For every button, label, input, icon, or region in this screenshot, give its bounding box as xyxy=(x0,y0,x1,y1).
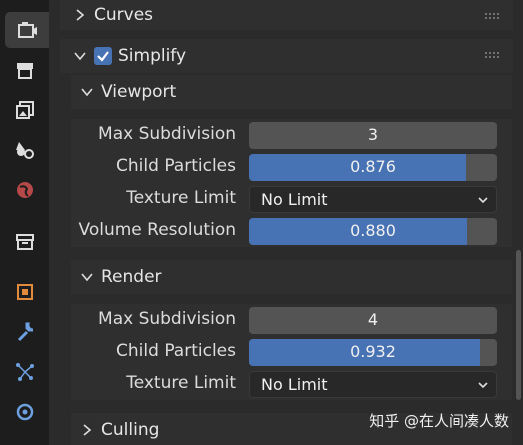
dropdown-value: No Limit xyxy=(261,375,328,394)
viewport-subpanel-title: Viewport xyxy=(101,82,177,102)
viewport-child-particles-row: Child Particles 0.876 xyxy=(71,151,512,183)
dropdown-value: No Limit xyxy=(261,190,328,209)
particles-nodes-icon xyxy=(16,363,34,381)
collection-box-icon xyxy=(16,234,34,250)
viewport-subpanel-header[interactable]: Viewport xyxy=(71,75,512,109)
max-subdivision-label: Max Subdivision xyxy=(98,124,236,144)
render-child-particles-row: Child Particles 0.932 xyxy=(71,336,512,368)
curves-panel-header[interactable]: Curves xyxy=(60,0,513,30)
wrench-icon xyxy=(17,322,34,342)
slider-value: 0.932 xyxy=(350,342,396,361)
render-max-subdivision-row: Max Subdivision 4 xyxy=(71,304,512,336)
physics-orbit-icon xyxy=(16,403,34,421)
watermark: 知乎 @在人间凑人数 xyxy=(369,412,509,430)
object-tab[interactable] xyxy=(5,274,45,310)
viewport-max-subdivision-field[interactable]: 3 xyxy=(249,122,497,149)
render-subpanel-title: Render xyxy=(101,267,162,287)
viewport-texture-limit-row: Texture Limit No Limit xyxy=(71,183,512,215)
collection-tab[interactable] xyxy=(5,224,45,260)
viewport-volume-resolution-row: Volume Resolution 0.880 xyxy=(71,215,512,247)
texture-limit-label: Texture Limit xyxy=(126,373,236,393)
slider-value: 0.876 xyxy=(350,157,396,176)
slider-value: 0.880 xyxy=(350,221,396,240)
child-particles-label: Child Particles xyxy=(116,156,236,176)
printer-icon xyxy=(17,63,33,79)
render-child-particles-slider[interactable]: 0.932 xyxy=(249,339,497,366)
child-particles-label: Child Particles xyxy=(116,341,236,361)
chevron-down-icon xyxy=(478,382,488,389)
viewport-max-subdivision-row: Max Subdivision 3 xyxy=(71,119,512,151)
texture-limit-label: Texture Limit xyxy=(126,188,236,208)
scene-tab[interactable] xyxy=(5,132,45,168)
render-properties-tab[interactable] xyxy=(5,12,49,48)
field-value: 3 xyxy=(367,125,379,144)
viewport-texture-limit-dropdown[interactable]: No Limit xyxy=(249,186,497,213)
properties-editor: Curves Simplify Viewport Max Subdivision… xyxy=(49,0,523,445)
max-subdivision-label: Max Subdivision xyxy=(98,309,236,329)
chevron-down-icon xyxy=(81,88,93,97)
simplify-panel-title: Simplify xyxy=(118,46,187,66)
viewport-volume-resolution-slider[interactable]: 0.880 xyxy=(249,218,497,245)
culling-subpanel-title: Culling xyxy=(101,420,160,440)
render-texture-limit-dropdown[interactable]: No Limit xyxy=(249,371,497,398)
field-value: 4 xyxy=(367,310,379,329)
modifiers-tab[interactable] xyxy=(5,314,45,350)
render-max-subdivision-field[interactable]: 4 xyxy=(249,307,497,334)
chevron-down-icon xyxy=(478,197,488,204)
particles-tab[interactable] xyxy=(5,354,45,390)
chevron-down-icon xyxy=(74,52,86,61)
chevron-right-icon xyxy=(76,9,85,21)
physics-tab[interactable] xyxy=(5,394,45,430)
world-tab[interactable] xyxy=(5,172,45,208)
simplify-panel-header[interactable]: Simplify xyxy=(60,39,513,73)
render-subpanel-header[interactable]: Render xyxy=(71,260,512,294)
volume-resolution-label: Volume Resolution xyxy=(78,220,236,240)
chevron-right-icon xyxy=(83,424,92,436)
scrollbar[interactable] xyxy=(516,250,521,400)
world-globe-icon xyxy=(17,182,33,198)
drag-grip-icon[interactable] xyxy=(485,12,499,20)
output-properties-tab[interactable] xyxy=(5,52,45,88)
object-square-icon xyxy=(17,284,33,300)
properties-tab-bar xyxy=(0,0,49,445)
scene-icon xyxy=(16,142,34,159)
image-stack-icon xyxy=(16,101,34,119)
chevron-down-icon xyxy=(81,273,93,282)
drag-grip-icon[interactable] xyxy=(485,51,499,59)
simplify-enable-checkbox[interactable] xyxy=(94,47,112,65)
view-layer-tab[interactable] xyxy=(5,92,45,128)
viewport-child-particles-slider[interactable]: 0.876 xyxy=(249,154,497,181)
camera-back-icon xyxy=(18,22,37,38)
render-texture-limit-row: Texture Limit No Limit xyxy=(71,368,512,400)
curves-panel-title: Curves xyxy=(94,5,154,25)
checkmark-icon xyxy=(97,51,109,62)
